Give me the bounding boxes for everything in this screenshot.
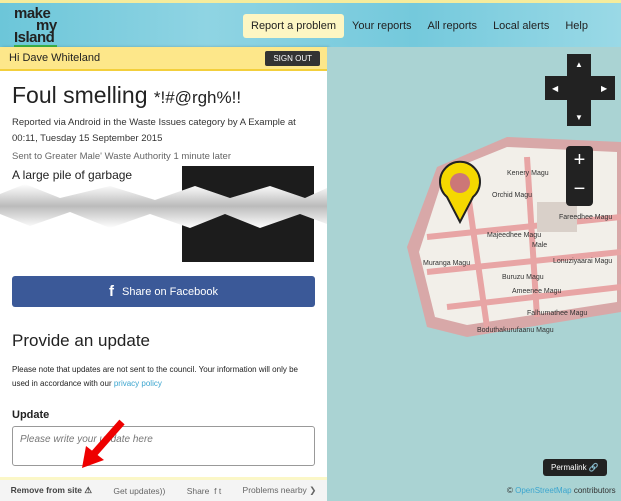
update-label: Update <box>12 409 50 421</box>
chevron-right-icon: ❯ <box>309 485 317 495</box>
nav-all-reports[interactable]: All reports <box>420 14 486 38</box>
share-facebook-label: Share on Facebook <box>121 285 218 298</box>
facebook-icon: f <box>108 283 114 300</box>
update-textarea[interactable]: Please write your update here <box>12 426 315 466</box>
social-icon: f t <box>214 485 222 496</box>
nav-report-problem[interactable]: Report a problem <box>243 14 344 38</box>
nav-help[interactable]: Help <box>557 14 596 38</box>
nearby-label: Problems nearby <box>242 485 307 495</box>
map-label: Muranga Magu <box>423 260 470 267</box>
sent-status: Sent to Greater Male' Waste Authority 1 … <box>12 151 232 162</box>
map-label: Male <box>532 242 547 249</box>
map-label: Buruzu Magu <box>502 274 544 281</box>
privacy-note: Please note that updates are not sent to… <box>12 363 315 391</box>
map-zoom-control: + − <box>566 146 593 206</box>
nav-local-alerts[interactable]: Local alerts <box>485 14 557 38</box>
warning-icon: ⚠ <box>84 485 93 495</box>
report-meta: Reported via Android in the Waste Issues… <box>12 117 296 144</box>
user-bar: Hi Dave Whiteland SIGN OUT <box>0 47 327 71</box>
map-label: Falhumathee Magu <box>527 310 587 317</box>
map-label: Lonuziyaarai Magu <box>553 258 612 265</box>
nav-your-reports[interactable]: Your reports <box>344 14 420 38</box>
update-heading: Provide an update <box>12 331 150 350</box>
logo[interactable]: make my Island <box>14 6 57 48</box>
attr-suffix: contributors <box>571 486 616 495</box>
map-pan-control[interactable]: ▲ ▼ ◀ ▶ <box>545 54 615 129</box>
permalink-label: Permalink <box>551 463 587 472</box>
map-label: Kenery Magu <box>507 170 549 177</box>
logo-text: Island <box>14 29 55 46</box>
greeting: Hi Dave Whiteland <box>9 52 101 64</box>
map-label: Fareedhee Magu <box>559 214 612 221</box>
zoom-in-button[interactable]: + <box>566 146 593 175</box>
attr-prefix: © <box>507 486 516 495</box>
permalink-button[interactable]: Permalink 🔗 <box>543 459 607 476</box>
report-footer-bar: Remove from site ⚠ Get updates)) Share f… <box>0 477 327 501</box>
site-header: make my Island Report a problem Your rep… <box>0 0 621 48</box>
osm-link[interactable]: OpenStreetMap <box>515 486 571 495</box>
rss-icon: )) <box>159 485 166 496</box>
map-label: Majeedhee Magu <box>487 232 541 239</box>
map-attribution: © OpenStreetMap contributors <box>507 486 616 495</box>
share-facebook-button[interactable]: f Share on Facebook <box>12 276 315 307</box>
report-description: A large pile of garbage <box>0 166 327 268</box>
problems-nearby-button[interactable]: Problems nearby ❯ <box>243 485 317 496</box>
title-text: Foul smelling <box>12 82 154 108</box>
pan-up-icon[interactable]: ▲ <box>575 60 583 69</box>
title-symbols: *!#@rgh%!! <box>153 88 242 107</box>
map-label: Ameenee Magu <box>512 288 562 295</box>
remove-label: Remove from site <box>10 485 83 495</box>
pan-left-icon[interactable]: ◀ <box>552 84 559 93</box>
get-updates-label: Get updates <box>113 485 160 496</box>
red-arrow-annotation <box>82 419 125 468</box>
remove-from-site-button[interactable]: Remove from site ⚠ <box>11 485 92 496</box>
sign-out-button[interactable]: SIGN OUT <box>265 50 320 66</box>
description-text: A large pile of garbage <box>12 168 133 182</box>
zoom-out-button[interactable]: − <box>566 175 593 204</box>
share-label: Share <box>186 485 210 496</box>
privacy-policy-link[interactable]: privacy policy <box>114 379 162 388</box>
report-panel: Hi Dave Whiteland SIGN OUT Foul smelling… <box>0 47 327 501</box>
torn-edge <box>0 184 327 228</box>
pan-down-icon[interactable]: ▼ <box>575 113 583 122</box>
map-label: Orchid Magu <box>492 192 532 199</box>
page-title: Foul smelling *!#@rgh%!! <box>12 82 315 109</box>
share-button[interactable]: Share f t <box>187 486 222 496</box>
main-nav: Report a problem Your reports All report… <box>243 14 596 38</box>
map-label: Boduthakurufaanu Magu <box>477 327 554 334</box>
link-icon: 🔗 <box>588 463 599 472</box>
get-updates-button[interactable]: Get updates)) <box>113 486 165 496</box>
pan-right-icon[interactable]: ▶ <box>601 84 608 93</box>
